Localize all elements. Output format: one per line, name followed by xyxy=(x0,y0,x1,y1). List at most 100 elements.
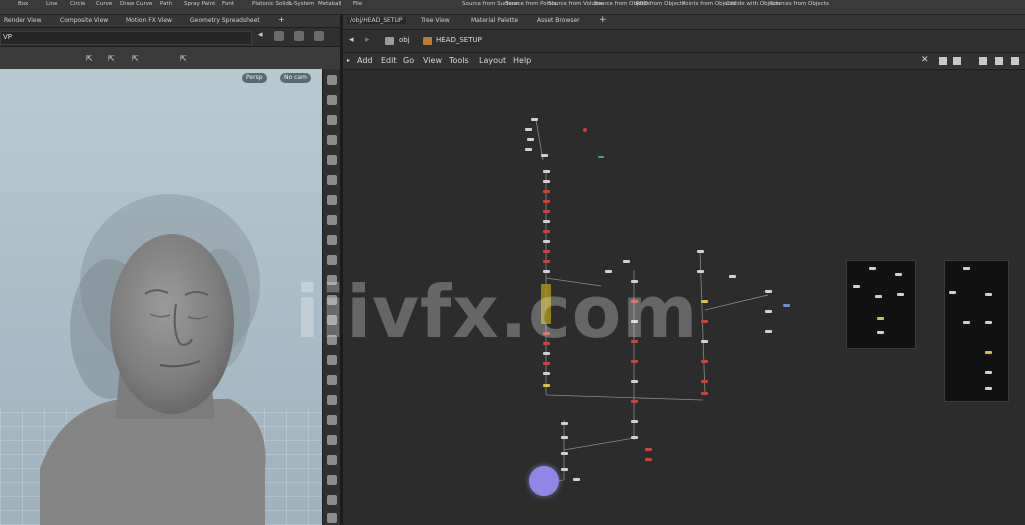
network-node[interactable] xyxy=(543,240,550,243)
network-node[interactable] xyxy=(543,180,550,183)
back-arrow-icon[interactable]: ◂ xyxy=(349,35,354,45)
add-tab-icon[interactable]: + xyxy=(599,15,607,25)
network-node[interactable] xyxy=(623,260,630,263)
shelf-tool-spray-paint[interactable]: Spray Paint xyxy=(184,1,215,7)
menu-go[interactable]: Go xyxy=(403,56,414,65)
network-node[interactable] xyxy=(561,422,568,425)
network-node[interactable] xyxy=(543,372,550,375)
network-node[interactable] xyxy=(631,380,638,383)
network-node[interactable] xyxy=(963,267,970,270)
network-node[interactable] xyxy=(543,384,550,387)
menu-tools[interactable]: Tools xyxy=(449,56,469,65)
network-node[interactable] xyxy=(527,138,534,141)
network-node[interactable] xyxy=(543,220,550,223)
guide-icon[interactable] xyxy=(327,395,337,405)
bg-icon[interactable] xyxy=(327,375,337,385)
network-node[interactable] xyxy=(949,291,956,294)
shelf-tool-circle[interactable]: Circle xyxy=(70,1,85,7)
network-node[interactable] xyxy=(631,436,638,439)
network-node[interactable] xyxy=(701,360,708,363)
network-box-right[interactable] xyxy=(944,260,1009,402)
network-node[interactable] xyxy=(543,250,550,253)
network-node[interactable] xyxy=(869,267,876,270)
display-options-icon[interactable] xyxy=(327,75,337,85)
network-node[interactable] xyxy=(701,340,708,343)
left-path-field[interactable]: VP xyxy=(0,31,252,45)
camera-icon[interactable] xyxy=(327,135,337,145)
network-node[interactable] xyxy=(877,317,884,320)
wrench-icon[interactable]: ✕ xyxy=(921,55,929,65)
menu-add[interactable]: Add xyxy=(357,56,373,65)
menu-view[interactable]: View xyxy=(423,56,442,65)
network-node[interactable] xyxy=(875,295,882,298)
network-node[interactable] xyxy=(701,392,708,395)
layout-icon[interactable] xyxy=(294,31,304,41)
network-node[interactable] xyxy=(985,321,992,324)
list-view-icon[interactable] xyxy=(979,57,987,65)
tab-render-view[interactable]: Render View xyxy=(4,17,42,24)
network-node[interactable] xyxy=(645,458,652,461)
tab-network-head-setup[interactable]: /obj/HEAD_SETUP xyxy=(347,17,406,24)
network-node[interactable] xyxy=(897,293,904,296)
network-node[interactable] xyxy=(877,331,884,334)
template-icon[interactable] xyxy=(327,255,337,265)
gear-icon[interactable] xyxy=(314,31,324,41)
tab-tree-view[interactable]: Tree View xyxy=(421,17,450,24)
network-node[interactable] xyxy=(783,304,790,307)
tab-motion-fx-view[interactable]: Motion FX View xyxy=(126,17,172,24)
shelf-tool-l-system[interactable]: L-System xyxy=(289,1,314,7)
shelf-tool-points-objects[interactable]: RBD from Objects xyxy=(636,1,685,7)
network-node[interactable] xyxy=(631,420,638,423)
home-icon[interactable] xyxy=(327,95,337,105)
network-node[interactable] xyxy=(985,371,992,374)
network-node[interactable] xyxy=(631,400,638,403)
forward-arrow-icon[interactable]: ▸ xyxy=(365,35,370,45)
snap-icon[interactable] xyxy=(327,175,337,185)
network-node[interactable] xyxy=(525,148,532,151)
network-node[interactable] xyxy=(701,300,708,303)
network-node[interactable] xyxy=(765,310,772,313)
scale-tool-icon[interactable]: ⇱ xyxy=(180,54,187,63)
shading-icon[interactable] xyxy=(327,215,337,225)
network-node[interactable] xyxy=(543,362,550,365)
network-node[interactable] xyxy=(853,285,860,288)
null-node-circle[interactable] xyxy=(529,466,559,496)
network-node[interactable] xyxy=(543,210,550,213)
shelf-tool-metaball[interactable]: Metaball xyxy=(318,1,342,7)
snap-icon[interactable] xyxy=(939,57,947,65)
render-icon[interactable] xyxy=(327,475,337,485)
tab-geometry-spreadsheet[interactable]: Geometry Spreadsheet xyxy=(190,17,260,24)
add-tab-icon[interactable]: + xyxy=(278,15,285,24)
network-node[interactable] xyxy=(631,360,638,363)
settings-icon[interactable] xyxy=(327,513,337,523)
light-icon[interactable] xyxy=(327,155,337,165)
shelf-tool-file[interactable]: File xyxy=(353,1,362,7)
rotate-tool-icon[interactable]: ⇱ xyxy=(132,54,139,63)
layout-icon[interactable] xyxy=(953,57,961,65)
shelf-tool-box[interactable]: Box xyxy=(18,1,28,7)
shelf-tool-draw-curve[interactable]: Draw Curve xyxy=(120,1,152,7)
network-node[interactable] xyxy=(543,190,550,193)
select-tool-icon[interactable]: ⇱ xyxy=(86,54,93,63)
network-node[interactable] xyxy=(561,452,568,455)
shelf-tool-path[interactable]: Path xyxy=(160,1,172,7)
network-node[interactable] xyxy=(895,273,902,276)
shelf-tool-platonic-solids[interactable]: Platonic Solids xyxy=(252,1,292,7)
back-arrow-icon[interactable]: ◂ xyxy=(258,30,263,40)
visibility-icon[interactable] xyxy=(327,435,337,445)
3d-viewport[interactable]: Persp No cam xyxy=(0,69,322,525)
network-node[interactable] xyxy=(985,351,992,354)
shelf-tool-line[interactable]: Line xyxy=(46,1,57,7)
network-node[interactable] xyxy=(543,260,550,263)
move-tool-icon[interactable]: ⇱ xyxy=(108,54,115,63)
network-node[interactable] xyxy=(985,387,992,390)
network-node[interactable] xyxy=(985,293,992,296)
network-node[interactable] xyxy=(598,156,604,158)
network-node[interactable] xyxy=(531,118,538,121)
shelf-tool-curve[interactable]: Curve xyxy=(96,1,112,7)
lock-icon[interactable] xyxy=(327,115,337,125)
tab-asset-browser[interactable]: Asset Browser xyxy=(537,17,580,24)
grid-icon[interactable] xyxy=(327,355,337,365)
shelf-tool-font[interactable]: Font xyxy=(222,1,234,7)
network-box-left[interactable] xyxy=(846,260,916,349)
